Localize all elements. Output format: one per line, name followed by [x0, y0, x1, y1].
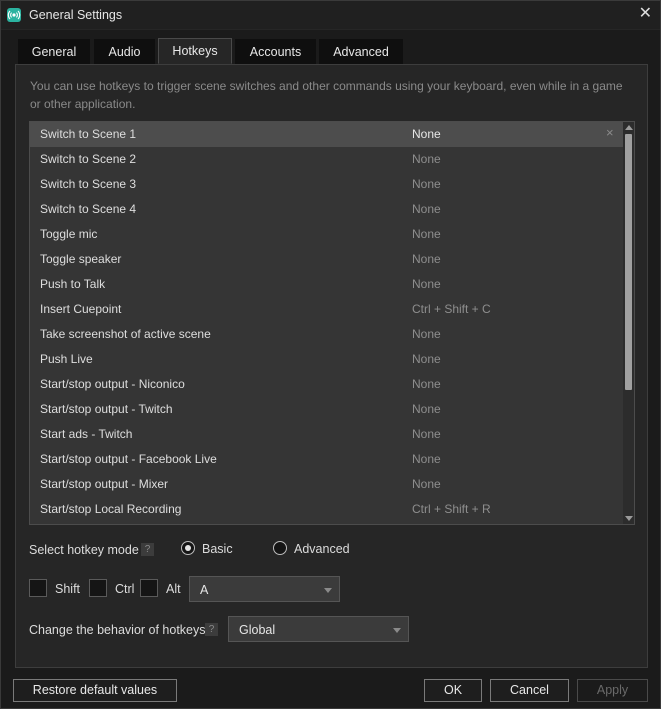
apply-button[interactable]: Apply: [577, 679, 648, 702]
ctrl-label: Ctrl: [115, 582, 135, 596]
behavior-label: Change the behavior of hotkeys: [29, 623, 206, 637]
hotkey-mode-label: Select hotkey mode: [29, 543, 139, 557]
tab-general[interactable]: General: [18, 39, 90, 64]
hotkey-row[interactable]: Switch to Scene 1 None ×: [30, 122, 624, 147]
hotkey-command: Push to Talk: [40, 277, 106, 291]
radio-selected-dot: [185, 545, 191, 551]
tab-accounts[interactable]: Accounts: [235, 39, 316, 64]
hotkey-binding: None: [412, 127, 441, 141]
scroll-down-arrow-icon[interactable]: [625, 516, 633, 521]
hotkey-row[interactable]: Toggle mic None: [30, 222, 624, 247]
hotkeys-description: You can use hotkeys to trigger scene swi…: [30, 79, 623, 111]
hotkey-binding: None: [412, 327, 441, 341]
hotkey-row[interactable]: Take screenshot of active scene None: [30, 322, 624, 347]
radio-basic-label: Basic: [202, 542, 233, 556]
hotkey-binding: None: [412, 377, 441, 391]
chevron-down-icon: [324, 588, 332, 593]
hotkey-command: Switch to Scene 4: [40, 202, 137, 216]
ctrl-checkbox[interactable]: [89, 579, 107, 597]
radio-advanced[interactable]: [273, 541, 287, 555]
hotkey-mode-help-icon[interactable]: ?: [141, 543, 154, 556]
key-select[interactable]: A: [189, 576, 340, 602]
hotkey-command: Switch to Scene 3: [40, 177, 137, 191]
restore-defaults-button[interactable]: Restore default values: [13, 679, 177, 702]
scrollbar-thumb[interactable]: [625, 134, 632, 390]
hotkey-row[interactable]: Switch to Scene 3 None: [30, 172, 624, 197]
radio-basic[interactable]: [181, 541, 195, 555]
hotkey-binding: None: [412, 152, 441, 166]
hotkey-command: Start/stop output - Mixer: [40, 477, 169, 491]
hotkey-row[interactable]: Switch to Scene 2 None: [30, 147, 624, 172]
hotkey-command: Toggle speaker: [40, 252, 122, 266]
hotkey-binding: None: [412, 352, 441, 366]
alt-label: Alt: [166, 582, 181, 596]
hotkey-row[interactable]: Start/stop Local Recording Ctrl + Shift +…: [30, 497, 624, 522]
hotkey-binding: None: [412, 452, 441, 466]
shift-label: Shift: [55, 582, 81, 596]
scrollbar[interactable]: [623, 122, 634, 524]
hotkey-binding: None: [412, 177, 441, 191]
hotkey-command: Start/stop output - Twitch: [40, 402, 173, 416]
hotkey-row[interactable]: Start ads - Twitch None: [30, 422, 624, 447]
behavior-help-icon[interactable]: ?: [205, 623, 218, 636]
hotkey-row[interactable]: Start/stop output - Niconico None: [30, 372, 624, 397]
hotkey-binding: Ctrl + Shift + C: [412, 302, 491, 316]
shift-checkbox[interactable]: [29, 579, 47, 597]
hotkey-row[interactable]: Push Live None: [30, 347, 624, 372]
hotkey-binding: None: [412, 402, 441, 416]
hotkey-binding: None: [412, 427, 441, 441]
hotkey-binding: None: [412, 277, 441, 291]
hotkey-binding: None: [412, 252, 441, 266]
ok-button[interactable]: OK: [424, 679, 482, 702]
hotkey-command: Start ads - Twitch: [40, 427, 133, 441]
hotkey-command: Push Live: [40, 352, 93, 366]
close-icon[interactable]: ✕: [639, 5, 652, 23]
hotkey-command: Toggle mic: [40, 227, 98, 241]
hotkey-row[interactable]: Start/stop output - Twitch None: [30, 397, 624, 422]
hotkey-binding: None: [412, 477, 441, 491]
hotkey-row[interactable]: Switch to Scene 4 None: [30, 197, 624, 222]
title-bar: General Settings ✕: [1, 1, 660, 30]
tab-audio[interactable]: Audio: [94, 39, 155, 64]
hotkey-command: Start/stop output - Niconico: [40, 377, 185, 391]
key-select-value: A: [200, 583, 209, 597]
behavior-select-value: Global: [239, 623, 276, 637]
scroll-up-arrow-icon[interactable]: [625, 125, 633, 130]
cancel-button[interactable]: Cancel: [490, 679, 569, 702]
hotkey-command: Switch to Scene 1: [40, 127, 137, 141]
broadcast-icon: [7, 8, 21, 22]
hotkey-row[interactable]: Start/stop output - Facebook Live None: [30, 447, 624, 472]
alt-checkbox[interactable]: [140, 579, 158, 597]
hotkey-row[interactable]: Start/stop output - Mixer None: [30, 472, 624, 497]
behavior-select[interactable]: Global: [228, 616, 409, 642]
clear-hotkey-icon[interactable]: ×: [606, 125, 614, 140]
window-title: General Settings: [29, 8, 123, 22]
hotkey-row[interactable]: Toggle speaker None: [30, 247, 624, 272]
hotkey-command: Insert Cuepoint: [40, 302, 122, 316]
hotkey-binding: Ctrl + Shift + R: [412, 502, 491, 516]
settings-window: General Settings ✕ General Audio Hotkeys…: [0, 0, 661, 709]
hotkey-binding: None: [412, 227, 441, 241]
hotkey-binding: None: [412, 202, 441, 216]
hotkeys-panel: You can use hotkeys to trigger scene swi…: [15, 64, 648, 668]
hotkey-row[interactable]: Insert Cuepoint Ctrl + Shift + C: [30, 297, 624, 322]
hotkey-command: Start/stop output - Facebook Live: [40, 452, 217, 466]
hotkey-command: Take screenshot of active scene: [40, 327, 211, 341]
hotkey-row[interactable]: Push to Talk None: [30, 272, 624, 297]
tab-advanced[interactable]: Advanced: [319, 39, 403, 64]
tab-hotkeys[interactable]: Hotkeys: [158, 38, 232, 64]
radio-advanced-label: Advanced: [294, 542, 350, 556]
hotkey-list[interactable]: Start/stop Local Recording Ctrl + Shift +…: [29, 121, 635, 525]
hotkey-command: Switch to Scene 2: [40, 152, 137, 166]
chevron-down-icon: [393, 628, 401, 633]
hotkey-command: Start/stop Local Recording: [40, 502, 182, 516]
